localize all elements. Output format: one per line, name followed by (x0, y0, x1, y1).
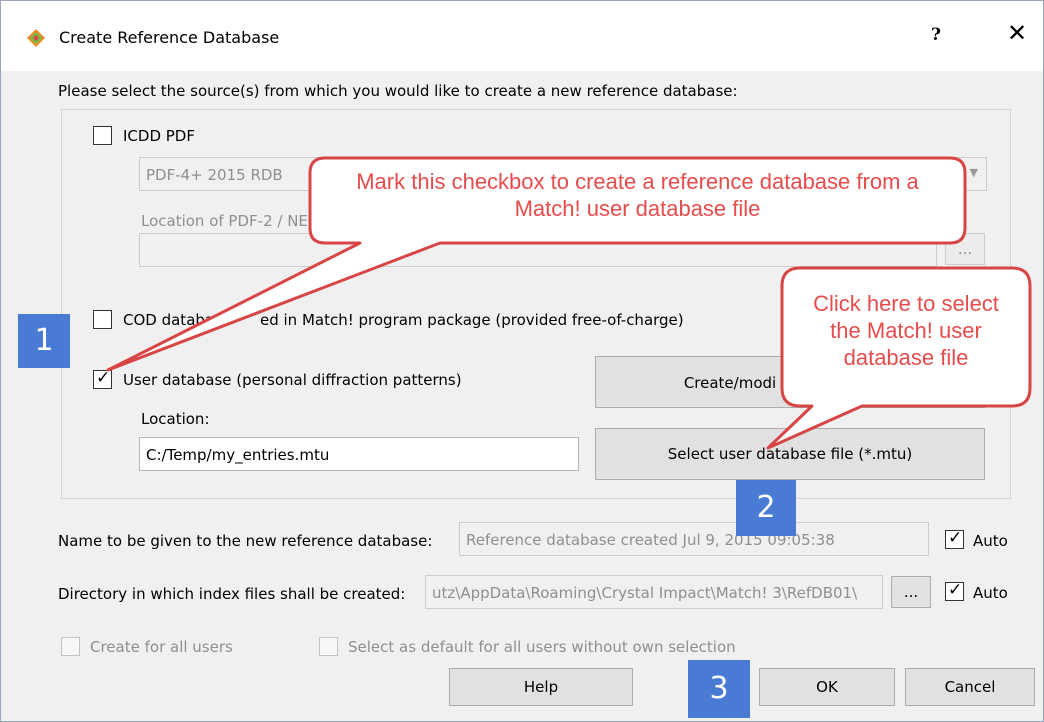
callout-checkbox-text: Mark this checkbox to create a reference… (356, 169, 919, 221)
step-badge-3: 3 (688, 660, 750, 718)
callout-select-text: Click here to select the Match! user dat… (813, 291, 999, 370)
step-badge-2: 2 (736, 480, 796, 536)
step-badge-1: 1 (18, 314, 70, 368)
